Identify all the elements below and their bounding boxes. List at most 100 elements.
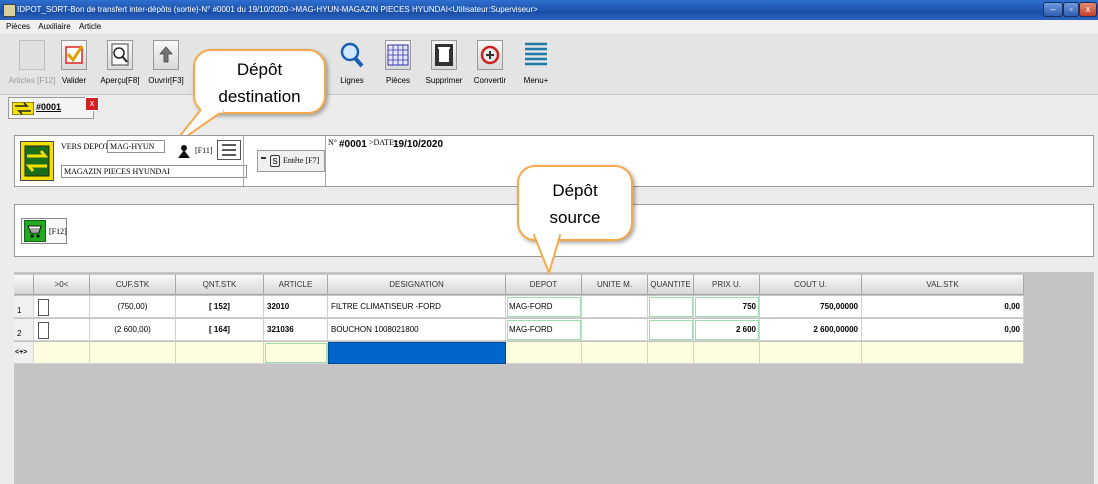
cell-prix[interactable]: 750 bbox=[694, 296, 760, 318]
cell-cuf-stk[interactable]: (2 600,00) bbox=[90, 319, 176, 341]
grid-icon bbox=[385, 40, 411, 70]
cart-button[interactable]: [F12] bbox=[21, 218, 67, 244]
close-tab-icon[interactable]: x bbox=[85, 97, 99, 111]
toolbar: Articles [F12] Valider Aperçu[F8] Ouvrir… bbox=[0, 34, 1098, 95]
check-icon bbox=[61, 40, 87, 70]
row-checkbox[interactable] bbox=[38, 299, 49, 316]
col-header-depot[interactable]: DEPOT bbox=[506, 275, 582, 295]
valider-button[interactable]: Valider bbox=[52, 34, 96, 94]
new-cell-article[interactable] bbox=[264, 342, 328, 364]
close-window-button[interactable]: x bbox=[1079, 2, 1097, 17]
f11-label: [F11] bbox=[195, 146, 213, 155]
entete-icon: S bbox=[270, 155, 280, 167]
cell-val-stk[interactable]: 0,00 bbox=[862, 296, 1024, 318]
restore-button[interactable]: ▫ bbox=[1063, 2, 1079, 17]
new-cell-prix[interactable] bbox=[694, 342, 760, 364]
new-cell-cuf-stk[interactable] bbox=[90, 342, 176, 364]
new-cell-depot[interactable] bbox=[506, 342, 582, 364]
new-cell-val-stk[interactable] bbox=[862, 342, 1024, 364]
articles-button[interactable]: Articles [F12] bbox=[9, 34, 55, 94]
vers-depot-label: VERS DEPOT bbox=[61, 142, 110, 151]
row-number: 2 bbox=[14, 319, 34, 341]
new-cell-cout[interactable] bbox=[760, 342, 862, 364]
vers-depot-field[interactable]: MAG-HYUN bbox=[107, 140, 165, 153]
preview-icon bbox=[107, 40, 133, 70]
cell-quantite[interactable] bbox=[648, 319, 694, 341]
transfer-icon bbox=[12, 102, 34, 115]
col-header-unite[interactable]: UNITE M. bbox=[582, 275, 648, 295]
header-divider bbox=[243, 136, 244, 186]
col-header-designation[interactable]: DESIGNATION bbox=[328, 275, 506, 295]
document-tab-label: #0001 bbox=[36, 102, 62, 112]
date-value: 19/10/2020 bbox=[393, 139, 444, 150]
lignes-button[interactable]: Lignes bbox=[330, 34, 374, 94]
cell-qnt-stk[interactable]: [ 152] bbox=[176, 296, 264, 318]
new-cell-select[interactable] bbox=[34, 342, 90, 364]
row-select-cell[interactable] bbox=[34, 319, 90, 341]
menu-lines-icon bbox=[523, 40, 549, 70]
new-cell-quantite[interactable] bbox=[648, 342, 694, 364]
cell-cout[interactable]: 750,00000 bbox=[760, 296, 862, 318]
row-checkbox[interactable] bbox=[38, 322, 49, 339]
row-select-cell[interactable] bbox=[34, 296, 90, 318]
convertir-button[interactable]: Convertir bbox=[468, 34, 512, 94]
num-value: #0001 bbox=[339, 139, 367, 150]
col-header-cuf-stk[interactable]: CUF.STK bbox=[90, 275, 176, 295]
new-cell-unite[interactable] bbox=[582, 342, 648, 364]
depot-name-field[interactable]: MAGAZIN PIECES HYUNDAI bbox=[61, 165, 247, 178]
ouvrir-button[interactable]: Ouvrir[F3] bbox=[144, 34, 188, 94]
articles-icon bbox=[19, 40, 45, 70]
col-header-select[interactable]: >0< bbox=[34, 275, 90, 295]
col-header-qnt-stk[interactable]: QNT.STK bbox=[176, 275, 264, 295]
depot-list-button[interactable] bbox=[217, 140, 241, 160]
callout-pointer-source bbox=[533, 233, 561, 274]
callout-depot-source: Dépôt source bbox=[517, 165, 633, 241]
minus-icon bbox=[261, 157, 266, 159]
col-header-quantite[interactable]: QUANTITE bbox=[648, 275, 694, 295]
cell-cuf-stk[interactable]: (750,00) bbox=[90, 296, 176, 318]
title-bar: IDPOT_SORT-Bon de transfert inter-dépôts… bbox=[0, 0, 1098, 20]
new-row-marker: <+> bbox=[14, 342, 34, 364]
menu-auxiliaire[interactable]: Auxiliaire bbox=[38, 22, 70, 31]
cell-article[interactable]: 321036 bbox=[264, 319, 328, 341]
entete-button[interactable]: S Entête [F7] bbox=[257, 150, 325, 172]
minimize-button[interactable]: – bbox=[1043, 2, 1063, 17]
col-header-val-stk[interactable]: VAL.STK bbox=[862, 275, 1024, 295]
menu-pieces[interactable]: Pièces bbox=[6, 22, 30, 31]
header-divider-2 bbox=[325, 136, 326, 186]
f12-label: [F12] bbox=[49, 227, 67, 236]
new-cell-qnt-stk[interactable] bbox=[176, 342, 264, 364]
window-title: IDPOT_SORT-Bon de transfert inter-dépôts… bbox=[17, 5, 538, 14]
cell-depot[interactable]: MAG-FORD bbox=[506, 319, 582, 341]
col-header-prix[interactable]: PRIX U. bbox=[694, 275, 760, 295]
cell-prix[interactable]: 2 600 bbox=[694, 319, 760, 341]
num-label: N° bbox=[328, 138, 337, 147]
cell-quantite[interactable] bbox=[648, 296, 694, 318]
search-icon bbox=[339, 40, 365, 70]
open-icon bbox=[153, 40, 179, 70]
app-icon bbox=[3, 4, 16, 17]
entete-label: Entête [F7] bbox=[283, 156, 320, 165]
apercu-button[interactable]: Aperçu[F8] bbox=[98, 34, 142, 94]
col-header-article[interactable]: ARTICLE bbox=[264, 275, 328, 295]
cart-icon bbox=[24, 220, 46, 242]
document-tab[interactable]: #0001 x bbox=[8, 97, 99, 119]
user-icon[interactable] bbox=[177, 144, 191, 158]
menu-plus-button[interactable]: Menu+ bbox=[514, 34, 558, 94]
new-cell-designation-selected[interactable] bbox=[328, 342, 506, 364]
cell-unite[interactable] bbox=[582, 319, 648, 341]
cell-depot[interactable]: MAG-FORD bbox=[506, 296, 582, 318]
cell-designation[interactable]: FILTRE CLIMATISEUR -FORD bbox=[328, 296, 506, 318]
pieces-button[interactable]: Pièces bbox=[376, 34, 420, 94]
cell-designation[interactable]: BOUCHON 1008021800 bbox=[328, 319, 506, 341]
cell-unite[interactable] bbox=[582, 296, 648, 318]
cell-cout[interactable]: 2 600,00000 bbox=[760, 319, 862, 341]
cell-val-stk[interactable]: 0,00 bbox=[862, 319, 1024, 341]
row-number: 1 bbox=[14, 296, 34, 318]
supprimer-button[interactable]: Supprimer bbox=[422, 34, 466, 94]
cell-qnt-stk[interactable]: [ 164] bbox=[176, 319, 264, 341]
menu-article[interactable]: Article bbox=[79, 22, 101, 31]
convert-icon bbox=[477, 40, 503, 70]
col-header-cout[interactable]: COUT U. bbox=[760, 275, 862, 295]
cell-article[interactable]: 32010 bbox=[264, 296, 328, 318]
